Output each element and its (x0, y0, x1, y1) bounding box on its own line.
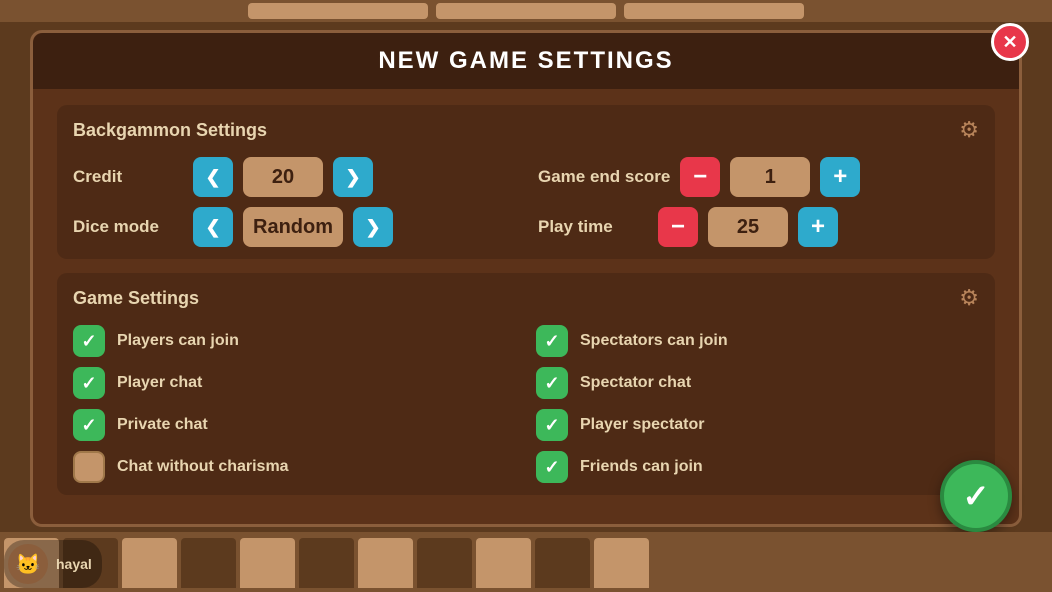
private-chat-checkbox[interactable]: ✓ (73, 409, 105, 441)
game-end-score-plus[interactable]: + (820, 157, 860, 197)
credit-value: 20 (243, 157, 323, 197)
dice-mode-label: Dice mode (73, 217, 183, 237)
checkbox-grid: ✓ Players can join ✓ Spectators can join… (73, 325, 979, 483)
player-spectator-checkbox[interactable]: ✓ (536, 409, 568, 441)
spectators-can-join-label: Spectators can join (580, 332, 728, 350)
bottom-piece-7 (358, 538, 413, 588)
game-section-title: Game Settings (73, 288, 199, 309)
backgammon-row-2: Dice mode ❮ Random ❯ Play time − 25 + (73, 207, 979, 247)
close-button[interactable]: ✕ (991, 23, 1029, 61)
user-bar: 🐱 hayal (4, 540, 102, 588)
checkbox-friends-can-join: ✓ Friends can join (536, 451, 979, 483)
backgammon-section-header: Backgammon Settings ⚙ (73, 117, 979, 143)
confirm-button[interactable]: ✓ (940, 460, 1012, 532)
bottom-piece-9 (476, 538, 531, 588)
top-bar-piece-3 (624, 3, 804, 19)
players-can-join-checkbox[interactable]: ✓ (73, 325, 105, 357)
play-time-minus[interactable]: − (658, 207, 698, 247)
chat-without-charisma-checkbox[interactable] (73, 451, 105, 483)
backgammon-section-title: Backgammon Settings (73, 120, 267, 141)
checkbox-players-can-join: ✓ Players can join (73, 325, 516, 357)
modal-body: Backgammon Settings ⚙ Credit ❮ 20 ❯ Game… (33, 89, 1019, 524)
spectators-can-join-checkbox[interactable]: ✓ (536, 325, 568, 357)
backgammon-row-1: Credit ❮ 20 ❯ Game end score − 1 + (73, 157, 979, 197)
backgammon-settings-rows: Credit ❮ 20 ❯ Game end score − 1 + (73, 157, 979, 247)
game-end-score-label: Game end score (538, 167, 670, 187)
player-chat-label: Player chat (117, 374, 202, 392)
friends-can-join-checkbox[interactable]: ✓ (536, 451, 568, 483)
game-section-header: Game Settings ⚙ (73, 285, 979, 311)
checkbox-private-chat: ✓ Private chat (73, 409, 516, 441)
confirm-icon: ✓ (963, 477, 990, 515)
checkbox-chat-without-charisma: Chat without charisma (73, 451, 516, 483)
play-time-label: Play time (538, 217, 648, 237)
game-end-score-setting: Game end score − 1 + (538, 157, 979, 197)
players-can-join-label: Players can join (117, 332, 239, 350)
spectator-chat-checkbox[interactable]: ✓ (536, 367, 568, 399)
bottom-piece-8 (417, 538, 472, 588)
bottom-piece-3 (122, 538, 177, 588)
credit-label: Credit (73, 167, 183, 187)
play-time-plus[interactable]: + (798, 207, 838, 247)
play-time-setting: Play time − 25 + (538, 207, 979, 247)
top-bar-piece-2 (436, 3, 616, 19)
play-time-value: 25 (708, 207, 788, 247)
top-bar-piece-1 (248, 3, 428, 19)
friends-can-join-label: Friends can join (580, 458, 703, 476)
bottom-piece-4 (181, 538, 236, 588)
bottom-piece-10 (535, 538, 590, 588)
credit-left-arrow[interactable]: ❮ (193, 157, 233, 197)
player-spectator-label: Player spectator (580, 416, 705, 434)
bottom-piece-5 (240, 538, 295, 588)
chat-without-charisma-label: Chat without charisma (117, 458, 289, 476)
checkbox-player-spectator: ✓ Player spectator (536, 409, 979, 441)
bottom-piece-11 (594, 538, 649, 588)
credit-right-arrow[interactable]: ❯ (333, 157, 373, 197)
checkbox-spectator-chat: ✓ Spectator chat (536, 367, 979, 399)
dice-mode-left-arrow[interactable]: ❮ (193, 207, 233, 247)
checkbox-player-chat: ✓ Player chat (73, 367, 516, 399)
game-end-score-minus[interactable]: − (680, 157, 720, 197)
backgammon-settings-section: Backgammon Settings ⚙ Credit ❮ 20 ❯ Game… (57, 105, 995, 259)
settings-modal: NEW GAME SETTINGS ✕ Backgammon Settings … (30, 30, 1022, 527)
player-chat-checkbox[interactable]: ✓ (73, 367, 105, 399)
modal-header: NEW GAME SETTINGS ✕ (33, 33, 1019, 89)
private-chat-label: Private chat (117, 416, 208, 434)
username: hayal (56, 556, 92, 572)
game-end-score-value: 1 (730, 157, 810, 197)
avatar: 🐱 (8, 544, 48, 584)
modal-title: NEW GAME SETTINGS (378, 47, 673, 74)
checkbox-spectators-can-join: ✓ Spectators can join (536, 325, 979, 357)
game-settings-section: Game Settings ⚙ ✓ Players can join ✓ Spe… (57, 273, 995, 495)
dice-mode-right-arrow[interactable]: ❯ (353, 207, 393, 247)
bottom-bar: 🐱 hayal (0, 532, 1052, 592)
spectator-chat-label: Spectator chat (580, 374, 691, 392)
bottom-piece-6 (299, 538, 354, 588)
credit-setting: Credit ❮ 20 ❯ (73, 157, 514, 197)
dice-mode-setting: Dice mode ❮ Random ❯ (73, 207, 514, 247)
top-bar (0, 0, 1052, 22)
backgammon-gear-icon: ⚙ (959, 117, 979, 143)
dice-mode-value: Random (243, 207, 343, 247)
game-gear-icon: ⚙ (959, 285, 979, 311)
